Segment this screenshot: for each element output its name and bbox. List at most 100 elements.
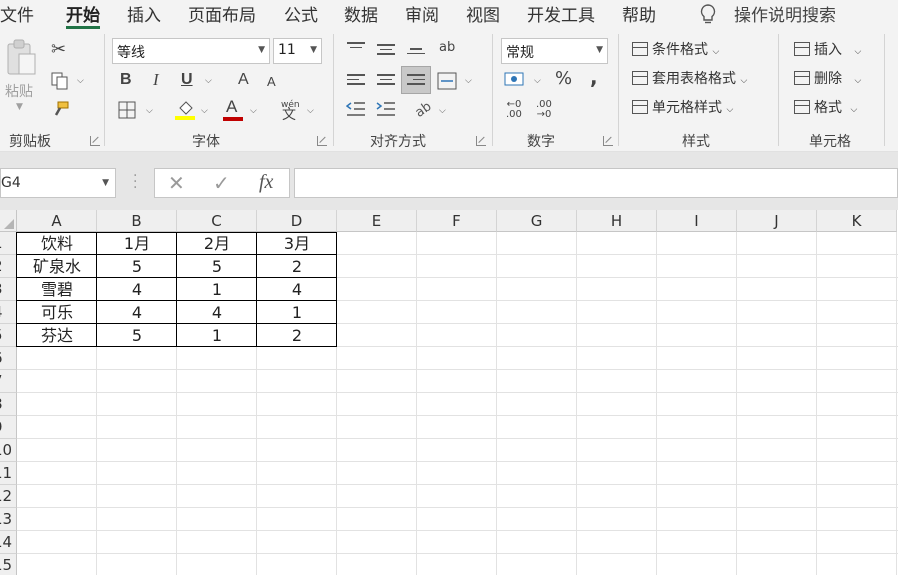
- cell-b5[interactable]: 5: [97, 324, 177, 347]
- cell-a5[interactable]: 芬达: [17, 324, 97, 347]
- cell-a3[interactable]: 雪碧: [17, 278, 97, 301]
- column-header-d[interactable]: D: [257, 210, 337, 232]
- font-name-select[interactable]: 等线 ▼: [112, 38, 270, 64]
- grow-font-button[interactable]: A: [238, 71, 249, 89]
- wrap-text-icon[interactable]: ab: [439, 39, 455, 57]
- cell-d5[interactable]: 2: [257, 324, 337, 347]
- align-right-icon[interactable]: [407, 74, 425, 88]
- borders-dropdown-icon[interactable]: ⌵: [146, 106, 153, 116]
- row-header-8[interactable]: 8: [0, 393, 17, 416]
- row-header-11[interactable]: 11: [0, 462, 17, 485]
- insert-cells-button[interactable]: 插入 ⌵: [794, 39, 861, 59]
- row-header-4[interactable]: 4: [0, 301, 17, 324]
- row-header-3[interactable]: 3: [0, 278, 17, 301]
- bold-button[interactable]: B: [120, 71, 132, 89]
- cell-c3[interactable]: 1: [177, 278, 257, 301]
- column-header-i[interactable]: I: [657, 210, 737, 232]
- drag-handle-icon[interactable]: · · ·: [133, 169, 137, 195]
- cut-icon[interactable]: ✂: [51, 41, 66, 59]
- cell-styles-button[interactable]: 单元格样式 ⌵: [632, 97, 733, 117]
- cell-a4[interactable]: 可乐: [17, 301, 97, 324]
- formula-input[interactable]: [294, 168, 898, 198]
- row-header-6[interactable]: 6: [0, 347, 17, 370]
- align-middle-icon[interactable]: [377, 44, 395, 58]
- cell-a1[interactable]: 饮料: [17, 232, 97, 255]
- orientation-dropdown-icon[interactable]: ⌵: [439, 106, 446, 116]
- paste-icon[interactable]: [5, 38, 39, 78]
- cell-b2[interactable]: 5: [97, 255, 177, 278]
- column-header-j[interactable]: J: [737, 210, 817, 232]
- shrink-font-button[interactable]: A: [267, 73, 276, 91]
- cell-d3[interactable]: 4: [257, 278, 337, 301]
- column-header-b[interactable]: B: [97, 210, 177, 232]
- cell-b1[interactable]: 1月: [97, 232, 177, 255]
- copy-dropdown-icon[interactable]: ⌵: [77, 76, 84, 86]
- conditional-formatting-button[interactable]: 条件格式 ⌵: [632, 39, 719, 59]
- format-painter-icon[interactable]: [52, 100, 70, 118]
- column-header-g[interactable]: G: [497, 210, 577, 232]
- italic-button[interactable]: I: [153, 71, 159, 89]
- font-color-icon[interactable]: A: [226, 98, 237, 116]
- row-header-5[interactable]: 5: [0, 324, 17, 347]
- number-launcher-icon[interactable]: [603, 136, 613, 146]
- tab-data[interactable]: 数据: [344, 1, 378, 26]
- borders-icon[interactable]: [118, 101, 136, 119]
- row-header-14[interactable]: 14: [0, 531, 17, 554]
- cell-d1[interactable]: 3月: [257, 232, 337, 255]
- tab-formulas[interactable]: 公式: [284, 1, 318, 26]
- cell-c4[interactable]: 4: [177, 301, 257, 324]
- tab-page-layout[interactable]: 页面布局: [188, 1, 256, 26]
- merge-dropdown-icon[interactable]: ⌵: [465, 76, 472, 86]
- row-header-13[interactable]: 13: [0, 508, 17, 531]
- column-header-k[interactable]: K: [817, 210, 897, 232]
- alignment-launcher-icon[interactable]: [476, 136, 486, 146]
- row-header-1[interactable]: 1: [0, 232, 17, 255]
- column-header-e[interactable]: E: [337, 210, 417, 232]
- tab-file[interactable]: 文件: [0, 1, 34, 26]
- underline-dropdown-icon[interactable]: ⌵: [205, 76, 212, 86]
- orientation-icon[interactable]: ab: [412, 98, 434, 118]
- insert-function-icon[interactable]: fx: [259, 171, 273, 194]
- percent-style-button[interactable]: %: [555, 70, 572, 88]
- delete-cells-button[interactable]: 删除 ⌵: [794, 68, 861, 88]
- font-size-select[interactable]: 11 ▼: [273, 38, 322, 64]
- accounting-format-icon[interactable]: [504, 70, 526, 90]
- increase-indent-icon[interactable]: [376, 100, 396, 118]
- tab-developer[interactable]: 开发工具: [527, 1, 595, 26]
- increase-decimal-button[interactable]: ←0.00: [506, 100, 522, 120]
- enter-icon[interactable]: ✓: [213, 171, 230, 195]
- copy-icon[interactable]: [51, 72, 69, 90]
- phonetic-dropdown-icon[interactable]: ⌵: [307, 106, 314, 116]
- phonetic-guide-button[interactable]: 文: [282, 106, 296, 124]
- column-header-f[interactable]: F: [417, 210, 497, 232]
- tab-view[interactable]: 视图: [466, 1, 500, 26]
- cell-c1[interactable]: 2月: [177, 232, 257, 255]
- underline-button[interactable]: U: [181, 71, 193, 89]
- font-launcher-icon[interactable]: [317, 136, 327, 146]
- name-box[interactable]: G4 ▼: [0, 168, 116, 198]
- column-header-a[interactable]: A: [17, 210, 97, 232]
- paste-dropdown-icon[interactable]: ▼: [16, 102, 23, 112]
- row-header-12[interactable]: 12: [0, 485, 17, 508]
- row-header-15[interactable]: 15: [0, 554, 17, 575]
- tab-insert[interactable]: 插入: [127, 1, 161, 26]
- column-header-c[interactable]: C: [177, 210, 257, 232]
- cell-b4[interactable]: 4: [97, 301, 177, 324]
- align-center-icon[interactable]: [377, 74, 395, 88]
- paste-label[interactable]: 粘贴: [5, 81, 33, 101]
- align-bottom-icon[interactable]: [407, 48, 425, 57]
- decrease-indent-icon[interactable]: [346, 100, 366, 118]
- tab-help[interactable]: 帮助: [622, 1, 656, 26]
- clipboard-launcher-icon[interactable]: [90, 136, 100, 146]
- tab-review[interactable]: 审阅: [405, 1, 439, 26]
- fill-color-dropdown-icon[interactable]: ⌵: [201, 106, 208, 116]
- cell-d2[interactable]: 2: [257, 255, 337, 278]
- accounting-dropdown-icon[interactable]: ⌵: [534, 76, 541, 86]
- format-cells-button[interactable]: 格式 ⌵: [794, 97, 857, 117]
- row-header-7[interactable]: 7: [0, 370, 17, 393]
- select-all-corner[interactable]: [0, 210, 17, 232]
- format-as-table-button[interactable]: 套用表格格式 ⌵: [632, 68, 747, 88]
- row-header-9[interactable]: 9: [0, 416, 17, 439]
- cell-a2[interactable]: 矿泉水: [17, 255, 97, 278]
- cell-c5[interactable]: 1: [177, 324, 257, 347]
